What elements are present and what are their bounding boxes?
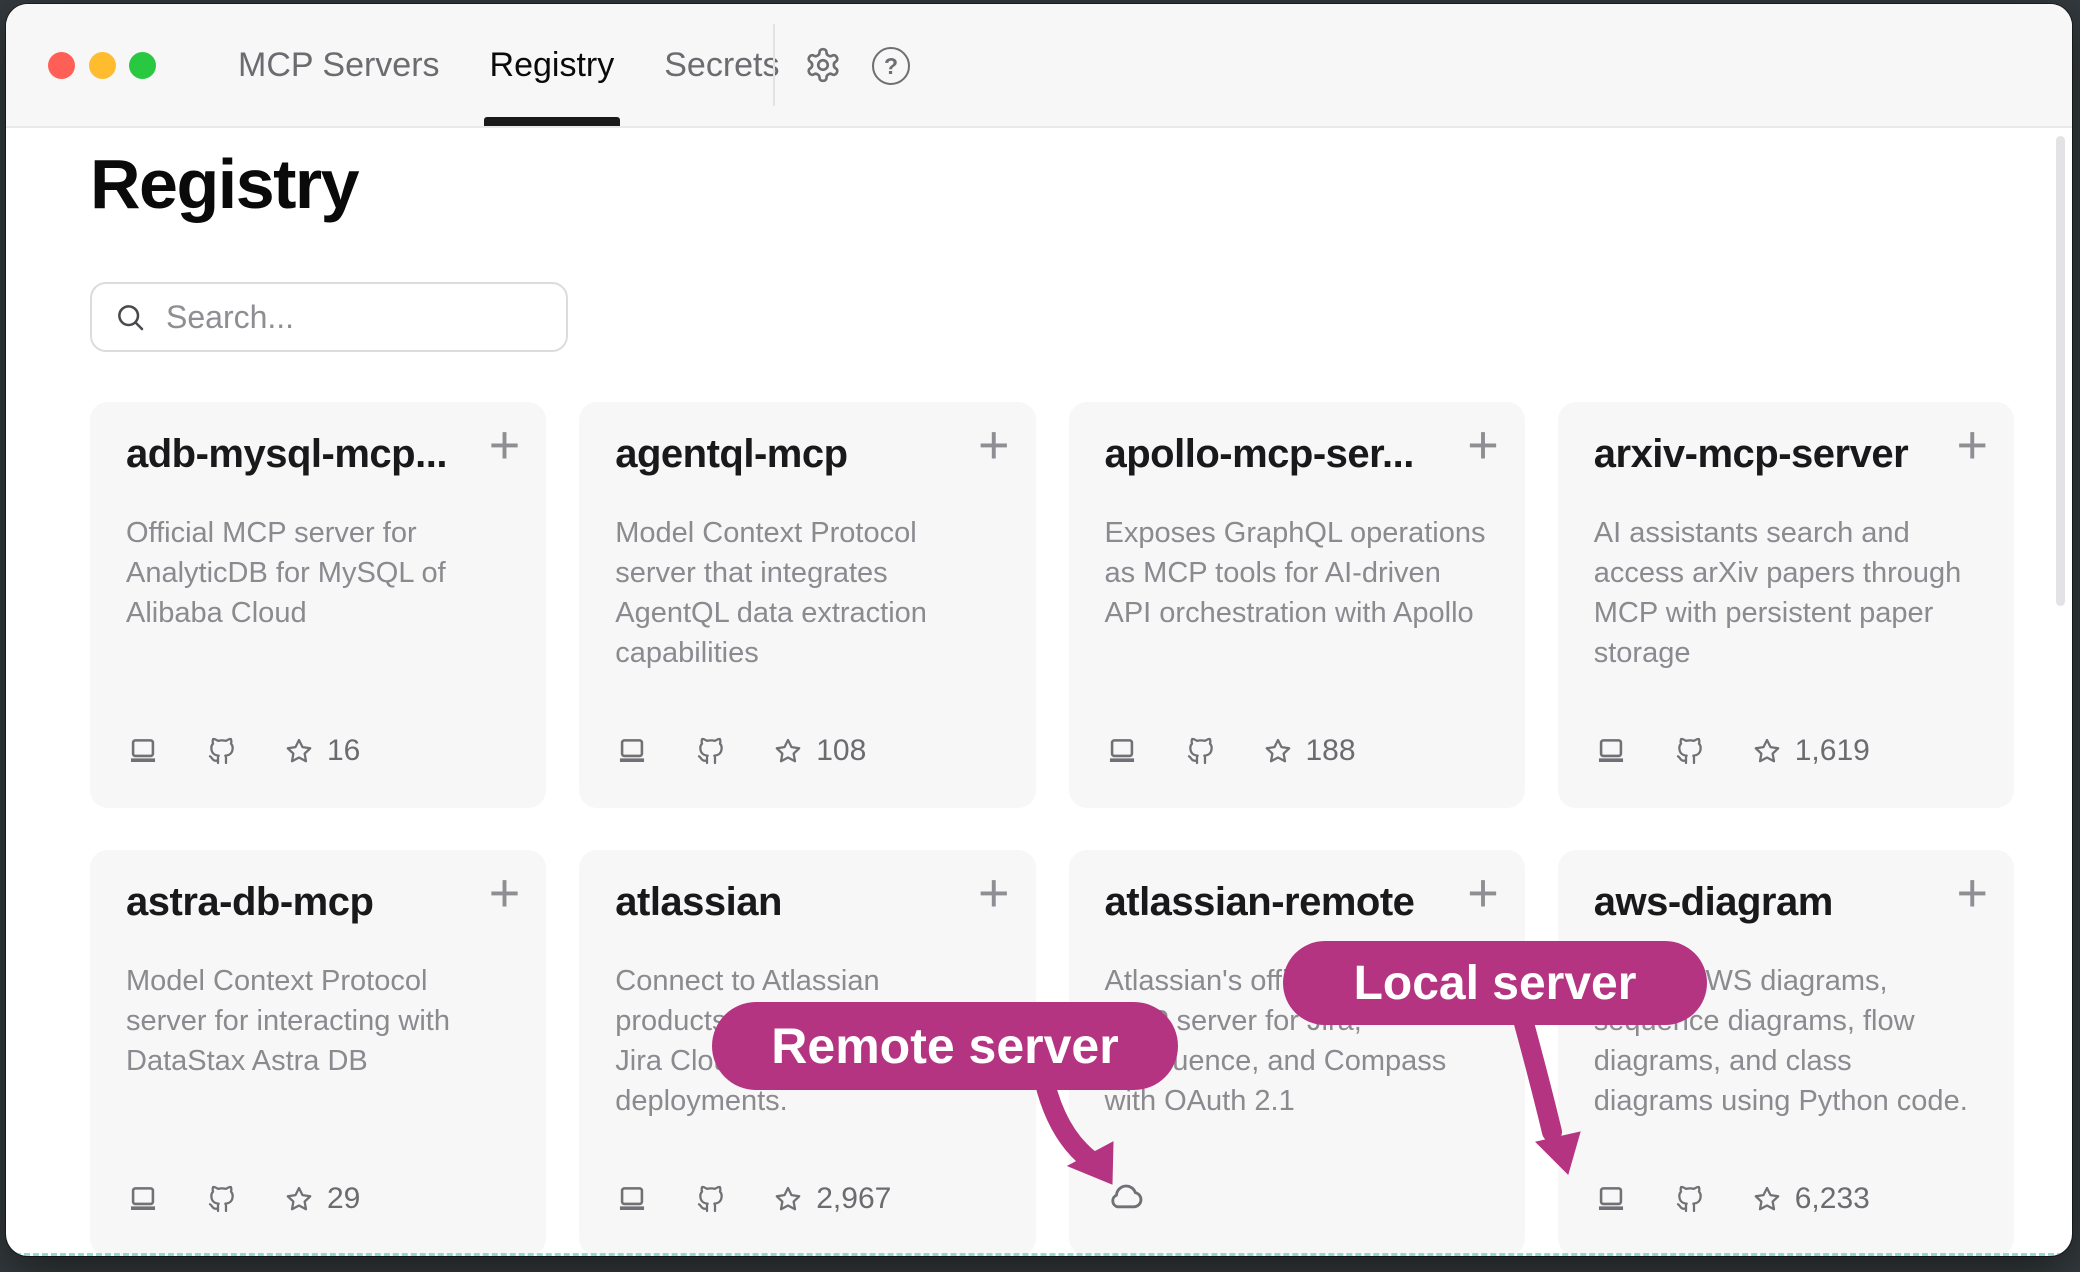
close-button[interactable] [48,52,75,79]
star-count: 16 [327,734,360,768]
laptop-icon [615,734,649,768]
server-card-astra-db-mcp[interactable]: astra-db-mcp + Model Context Protocolser… [90,850,546,1256]
star-count: 2,967 [816,1182,891,1216]
server-card-arxiv-mcp-server[interactable]: arxiv-mcp-server + AI assistants search … [1558,402,2014,808]
star-icon [1752,736,1782,766]
star-count: 6,233 [1795,1182,1870,1216]
card-footer: 188 [1105,734,1356,768]
star-count: 108 [816,734,866,768]
laptop-icon [615,1182,649,1216]
add-server-button[interactable]: + [1467,418,1499,472]
laptop-icon [1594,1182,1628,1216]
cloud-icon [1105,1176,1145,1216]
server-description: Exposes GraphQL operationsas MCP tools f… [1105,513,1489,633]
star-icon [1263,736,1293,766]
server-name: arxiv-mcp-server [1594,432,1978,477]
add-server-button[interactable]: + [1956,418,1988,472]
local-server-callout: Local server [1283,941,1707,1025]
laptop-icon [126,734,160,768]
laptop-icon [1594,734,1628,768]
star-icon [284,1184,314,1214]
card-footer: 108 [615,734,866,768]
title-bar: MCP Servers Registry Secrets ? [6,4,2072,128]
github-icon [695,735,727,767]
github-icon [1185,735,1217,767]
card-footer: 2,967 [615,1182,891,1216]
card-footer: 29 [126,1182,360,1216]
add-server-button[interactable]: + [978,866,1010,920]
server-description: AI assistants search andaccess arXiv pap… [1594,513,1978,673]
add-server-button[interactable]: + [489,866,521,920]
tab-mcp-servers[interactable]: MCP Servers [238,4,440,126]
card-footer [1105,1176,1145,1216]
page-title: Registry [90,144,358,224]
server-name: atlassian [615,880,999,925]
star-icon [1752,1184,1782,1214]
scrollbar-thumb[interactable] [2056,136,2065,606]
server-name: astra-db-mcp [126,880,510,925]
star-count: 29 [327,1182,360,1216]
server-description: Model Context Protocolserver that integr… [615,513,999,673]
help-icon[interactable]: ? [872,47,910,85]
star-count: 1,619 [1795,734,1870,768]
server-card-agentql-mcp[interactable]: agentql-mcp + Model Context Protocolserv… [579,402,1035,808]
add-server-button[interactable]: + [489,418,521,472]
star-icon [284,736,314,766]
server-name: aws-diagram [1594,880,1978,925]
search-box[interactable] [90,282,568,352]
tab-secrets[interactable]: Secrets [664,4,779,126]
search-icon [114,301,146,333]
github-icon [695,1183,727,1215]
server-name: atlassian-remote [1105,880,1489,925]
tab-bar: MCP Servers Registry Secrets [238,4,780,126]
registry-card-grid: adb-mysql-mcp... + Official MCP server f… [90,402,2014,1256]
github-icon [206,1183,238,1215]
minimize-button[interactable] [89,52,116,79]
card-footer: 6,233 [1594,1182,1870,1216]
toolbar-divider [773,24,775,106]
server-name: apollo-mcp-ser... [1105,432,1489,477]
card-footer: 16 [126,734,360,768]
server-name: adb-mysql-mcp... [126,432,510,477]
screenshot-stage: MCP Servers Registry Secrets ? Registry [0,0,2080,1272]
server-name: agentql-mcp [615,432,999,477]
server-card-adb-mysql-mcp[interactable]: adb-mysql-mcp... + Official MCP server f… [90,402,546,808]
settings-gear-icon[interactable] [803,45,843,85]
server-card-aws-diagram[interactable]: aws-diagram + Create AWS diagrams,sequen… [1558,850,2014,1256]
server-description: Model Context Protocolserver for interac… [126,961,510,1081]
star-icon [773,736,803,766]
laptop-icon [1105,734,1139,768]
star-icon [773,1184,803,1214]
server-description: Official MCP server forAnalyticDB for My… [126,513,510,633]
search-input[interactable] [164,298,588,337]
laptop-icon [126,1182,160,1216]
server-card-apollo-mcp-server[interactable]: apollo-mcp-ser... + Exposes GraphQL oper… [1069,402,1525,808]
zoom-button[interactable] [129,52,156,79]
star-count: 188 [1306,734,1356,768]
github-icon [1674,735,1706,767]
github-icon [206,735,238,767]
add-server-button[interactable]: + [1467,866,1499,920]
capture-edge-line [6,1253,2072,1256]
card-footer: 1,619 [1594,734,1870,768]
add-server-button[interactable]: + [1956,866,1988,920]
github-icon [1674,1183,1706,1215]
tab-registry[interactable]: Registry [490,4,615,126]
add-server-button[interactable]: + [978,418,1010,472]
remote-server-callout: Remote server [712,1002,1178,1090]
